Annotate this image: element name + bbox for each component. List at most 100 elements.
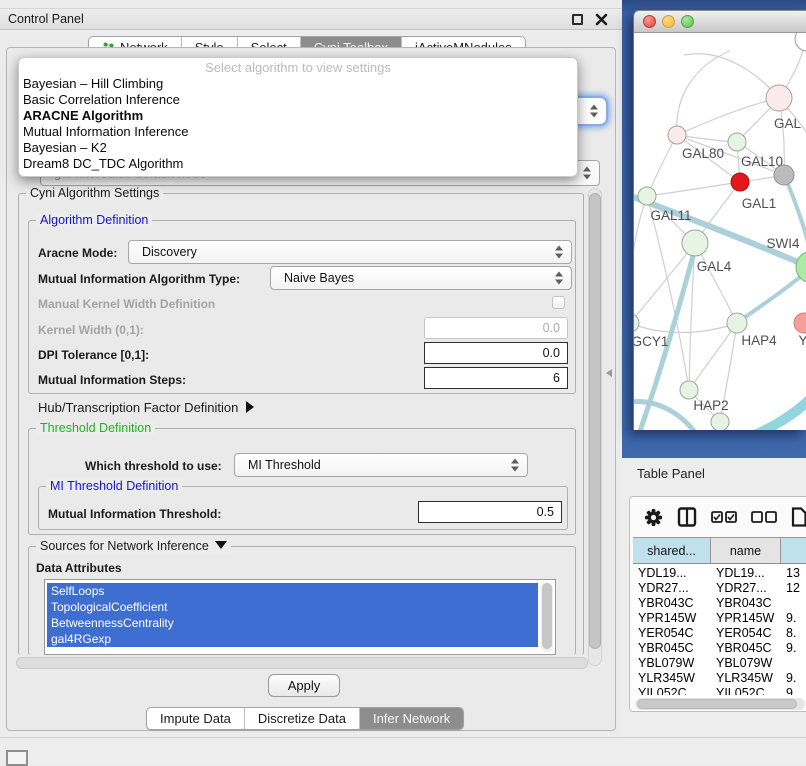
algorithm-option[interactable]: Bayesian – K2 xyxy=(19,140,577,156)
table-cell: YPR145W xyxy=(711,611,781,625)
aracne-mode-combo[interactable]: Discovery xyxy=(128,240,572,264)
mi-algorithm-type-combo[interactable]: Naive Bayes xyxy=(270,266,572,290)
select-all-columns-icon[interactable] xyxy=(711,511,737,523)
settings-scrollbar-thumb[interactable] xyxy=(589,193,601,649)
attribute-item-selected[interactable]: TopologicalCoefficient xyxy=(47,599,538,615)
manual-kernel-width-checkbox[interactable] xyxy=(552,296,565,309)
table-row[interactable]: YDR27...YDR27...12 xyxy=(633,580,806,595)
table-row[interactable]: YIL052CYIL052C9 xyxy=(633,685,806,695)
mi-threshold-title: MI Threshold Definition xyxy=(46,479,182,493)
table-cell: YBL079W xyxy=(633,656,711,670)
table-panel-box: shared... name YDL19...YDL19...13YDR27..… xyxy=(629,496,806,712)
table-cell: YBR043C xyxy=(633,596,711,610)
table-row[interactable]: YPR145WYPR145W9. xyxy=(633,610,806,625)
tab-infer-network[interactable]: Infer Network xyxy=(360,708,463,729)
network-node-gal4[interactable] xyxy=(682,230,708,256)
apply-button[interactable]: Apply xyxy=(268,674,340,697)
kernel-width-label: Kernel Width (0,1): xyxy=(38,323,144,337)
table-cell: 9. xyxy=(781,641,806,655)
column-header-partial[interactable] xyxy=(781,538,806,564)
network-node-gal80[interactable] xyxy=(668,126,686,144)
table-row[interactable]: YBR043CYBR043C xyxy=(633,595,806,610)
sources-expander[interactable]: Sources for Network Inference xyxy=(36,539,231,553)
table-cell: YBR045C xyxy=(711,641,781,655)
settings-horizontal-scrollbar[interactable] xyxy=(16,657,588,669)
column-header-name[interactable]: name xyxy=(711,538,781,564)
network-node-gal10[interactable] xyxy=(728,133,746,151)
network-window-titlebar[interactable] xyxy=(634,11,806,33)
table-cell: YBL079W xyxy=(711,656,781,670)
gear-icon[interactable] xyxy=(644,508,663,527)
algorithm-option[interactable]: Mutual Information Inference xyxy=(19,124,577,140)
algorithm-option[interactable]: Dream8 DC_TDC Algorithm xyxy=(19,156,577,172)
network-node-gal1[interactable] xyxy=(731,173,749,191)
mi-steps-label: Mutual Information Steps: xyxy=(38,373,186,387)
node-label: GAL xyxy=(774,116,802,131)
table-rows[interactable]: YDL19...YDL19...13YDR27...YDR27...12YBR0… xyxy=(633,565,806,695)
algorithm-option[interactable]: Bayesian – Hill Climbing xyxy=(19,76,577,92)
network-node[interactable] xyxy=(711,413,729,430)
table-row[interactable]: YER054CYER054C8. xyxy=(633,625,806,640)
tab-discretize-data[interactable]: Discretize Data xyxy=(245,708,360,729)
dpi-tolerance-input[interactable]: 0.0 xyxy=(424,342,568,364)
network-node-y[interactable] xyxy=(794,313,806,333)
splitter-grip-icon[interactable] xyxy=(606,369,612,377)
table-cell: 9 xyxy=(781,686,806,696)
attribute-item-selected[interactable]: BetweennessCentrality xyxy=(47,615,538,631)
table-row[interactable]: YDL19...YDL19...13 xyxy=(633,565,806,580)
zoom-traffic-light[interactable] xyxy=(681,15,694,28)
table-panel-title: Table Panel xyxy=(637,466,705,481)
algorithm-combo-fragment[interactable] xyxy=(575,96,608,126)
minimize-traffic-light[interactable] xyxy=(662,15,675,28)
combo-arrows-icon xyxy=(555,246,564,259)
table-row[interactable]: YLR345WYLR345W9. xyxy=(633,670,806,685)
combo-arrows-icon xyxy=(583,167,592,180)
hub-definition-expander[interactable]: Hub/Transcription Factor Definition xyxy=(38,400,254,415)
which-threshold-label: Which threshold to use: xyxy=(85,459,222,473)
kernel-width-input[interactable]: 0.0 xyxy=(424,317,568,339)
algorithm-options-list: Bayesian – Hill ClimbingBasic Correlatio… xyxy=(19,76,577,172)
close-traffic-light[interactable] xyxy=(643,15,656,28)
algorithm-option[interactable]: Basic Correlation Inference xyxy=(19,92,577,108)
column-header-shared-name[interactable]: shared... xyxy=(633,538,711,564)
mi-algorithm-type-label: Mutual Information Algorithm Type: xyxy=(38,272,240,286)
table-panel: shared... name YDL19...YDL19...13YDR27..… xyxy=(622,489,806,737)
tab-impute-data[interactable]: Impute Data xyxy=(147,708,245,729)
table-horizontal-scrollbar[interactable] xyxy=(635,698,805,710)
table-cell: YDR27... xyxy=(633,581,711,595)
deselect-all-columns-icon[interactable] xyxy=(751,511,777,523)
mi-threshold-input[interactable]: 0.5 xyxy=(418,501,562,523)
data-attributes-label: Data Attributes xyxy=(36,561,122,575)
node-label: GAL11 xyxy=(650,208,691,223)
data-attributes-list[interactable]: SelfLoopsTopologicalCoefficientBetweenne… xyxy=(44,579,556,655)
mi-steps-input[interactable]: 6 xyxy=(424,367,568,389)
network-node[interactable] xyxy=(795,33,806,51)
network-node-gal[interactable] xyxy=(766,85,792,111)
table-cell: YIL052C xyxy=(711,686,781,696)
node-label: HAP2 xyxy=(693,398,728,413)
which-threshold-combo[interactable]: MI Threshold xyxy=(234,453,528,477)
attribute-item-selected[interactable]: gal4RGexp xyxy=(47,631,538,647)
list-scrollbar[interactable] xyxy=(541,582,553,652)
table-row[interactable]: YBR045CYBR045C9. xyxy=(633,640,806,655)
algorithm-definition-title: Algorithm Definition xyxy=(36,213,152,227)
threshold-definition-title: Threshold Definition xyxy=(36,421,155,435)
settings-group-title: Cyni Algorithm Settings xyxy=(26,186,163,200)
export-table-icon[interactable] xyxy=(791,507,806,527)
attribute-item-selected[interactable]: SelfLoops xyxy=(47,583,538,599)
table-cell: 9. xyxy=(781,611,806,625)
network-canvas[interactable]: GALGAL80GAL10GAL1GAL11GAL4SWI4HAP4YGCY1H… xyxy=(634,33,806,430)
network-node-gal11[interactable] xyxy=(638,187,656,205)
float-window-icon[interactable] xyxy=(572,14,583,25)
split-columns-icon[interactable] xyxy=(677,507,697,527)
network-node-hap2[interactable] xyxy=(680,381,698,399)
network-view-window[interactable]: GALGAL80GAL10GAL1GAL11GAL4SWI4HAP4YGCY1H… xyxy=(633,10,806,430)
table-cell: YDL19... xyxy=(633,566,711,580)
table-row[interactable]: YBL079WYBL079W xyxy=(633,655,806,670)
network-node-hap4[interactable] xyxy=(727,313,747,333)
network-node-gcy1[interactable] xyxy=(634,314,639,332)
minimized-panel-icon[interactable] xyxy=(6,750,28,766)
algorithm-option[interactable]: ARACNE Algorithm xyxy=(19,108,577,124)
close-icon[interactable] xyxy=(595,13,608,26)
network-node[interactable] xyxy=(774,165,794,185)
